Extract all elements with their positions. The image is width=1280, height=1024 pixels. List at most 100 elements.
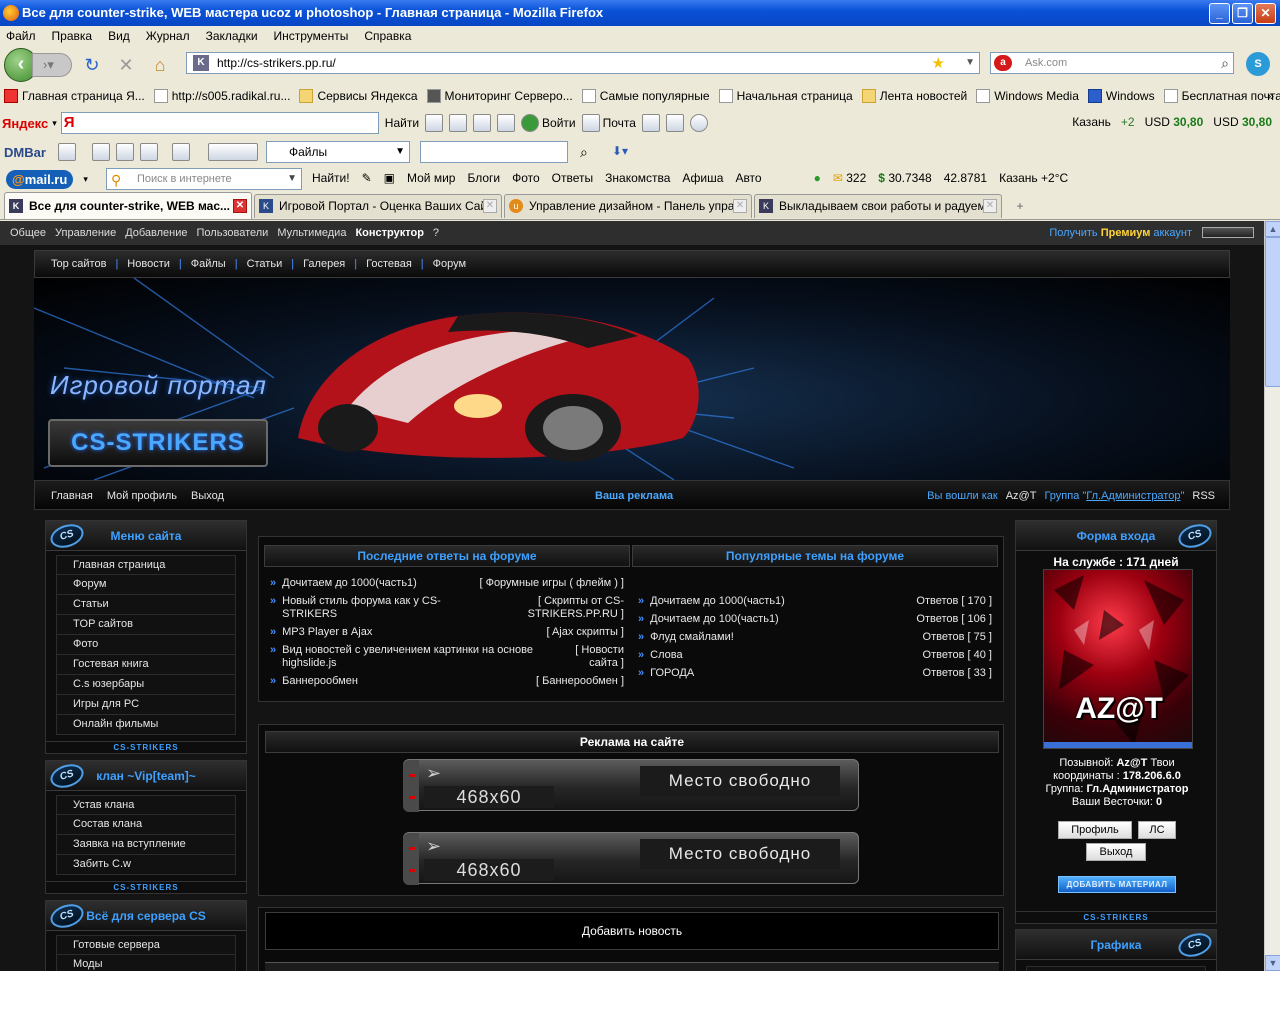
- site-menu-item[interactable]: Главная страница: [56, 555, 236, 575]
- close-tab-icon[interactable]: ✕: [733, 199, 747, 213]
- forward-button[interactable]: ›▾: [32, 53, 72, 77]
- usd-rate[interactable]: 30,80: [1242, 115, 1272, 129]
- search-box[interactable]: a Ask.com ⌕: [990, 52, 1234, 74]
- new-tab-button[interactable]: +: [1006, 195, 1034, 217]
- close-button[interactable]: ✕: [1255, 3, 1276, 24]
- pm-button[interactable]: ЛС: [1138, 821, 1176, 839]
- bar-icon[interactable]: [641, 114, 660, 132]
- ucoz-menu-item[interactable]: Добавление: [125, 227, 187, 239]
- mailru-link[interactable]: Афиша: [682, 171, 723, 185]
- site-menu-item[interactable]: Статьи: [56, 595, 236, 615]
- close-tab-icon[interactable]: ✕: [233, 199, 247, 213]
- menu-history[interactable]: Журнал: [146, 29, 190, 43]
- bookmark-item[interactable]: http://s005.radikal.ru...: [153, 89, 290, 103]
- nav-logout-link[interactable]: Выход: [191, 490, 224, 502]
- chat-icon[interactable]: [57, 143, 76, 161]
- clan-menu-item[interactable]: Забить C.w: [56, 855, 236, 875]
- site-menu-item[interactable]: TOP сайтов: [56, 615, 236, 635]
- pencil-icon[interactable]: ✎: [362, 171, 372, 185]
- ad-banner-slot[interactable]: ➢ 468x60 Место свободно: [403, 759, 859, 812]
- display-icon[interactable]: [207, 143, 258, 161]
- tab-portal[interactable]: K Игровой Портал - Оценка Ваших Сай... ✕: [254, 193, 502, 218]
- yandex-find-button[interactable]: Найти: [385, 116, 419, 130]
- download-icon[interactable]: ⬇▾: [612, 144, 628, 158]
- translate-icon[interactable]: [497, 114, 516, 132]
- topnav-link[interactable]: Галерея: [303, 258, 345, 270]
- bookmark-item[interactable]: Лента новостей: [861, 89, 967, 103]
- add-news-link[interactable]: Добавить новость: [265, 912, 999, 950]
- bookmark-item[interactable]: Мониторинг Серверо...: [426, 89, 573, 103]
- reload-icon[interactable]: ↻: [78, 53, 106, 77]
- url-bar[interactable]: K http://cs-strikers.pp.ru/ ★ ▼: [186, 52, 980, 74]
- menu-edit[interactable]: Правка: [52, 29, 93, 43]
- forum-row[interactable]: » Дочитаем до 1000(часть1) Ответов [ 170 ]: [632, 595, 998, 608]
- topnav-link[interactable]: Новости: [127, 258, 170, 270]
- minimize-button[interactable]: _: [1209, 3, 1230, 24]
- bookmark-item[interactable]: Windows Media: [976, 89, 1079, 103]
- mail-count[interactable]: ✉ 322: [833, 171, 866, 185]
- ucoz-menu-item[interactable]: Конструктор: [355, 227, 423, 239]
- notes-icon[interactable]: ▣: [384, 171, 395, 185]
- profile-button[interactable]: Профиль: [1058, 821, 1132, 839]
- dollar-rate[interactable]: $ 30.7348: [878, 171, 931, 185]
- forum-row[interactable]: » Новый стиль форума как у CS-STRIKERS[ С…: [264, 595, 630, 621]
- search-go-icon[interactable]: ⌕: [1221, 53, 1229, 73]
- mailru-search-input[interactable]: ⚲ Поиск в интернете ▼: [106, 168, 302, 190]
- bookmark-item[interactable]: Бесплатная почта Н...: [1163, 89, 1280, 103]
- site-menu-item[interactable]: C.s юзербары: [56, 675, 236, 695]
- home-icon[interactable]: ⌂: [146, 53, 174, 77]
- mailru-link[interactable]: Мой мир: [407, 171, 455, 185]
- bookmark-item[interactable]: Главная страница Я...: [4, 89, 145, 103]
- dmbar-select[interactable]: Файлы ▼: [266, 141, 410, 163]
- scroll-down-icon[interactable]: ▼: [1265, 955, 1280, 971]
- topnav-link[interactable]: Файлы: [191, 258, 226, 270]
- clan-menu-item[interactable]: Заявка на вступление: [56, 835, 236, 855]
- ucoz-menu-item[interactable]: Управление: [55, 227, 116, 239]
- your-ad-link[interactable]: Ваша реклама: [595, 490, 673, 502]
- close-tab-icon[interactable]: ✕: [483, 199, 497, 213]
- scroll-up-icon[interactable]: ▲: [1265, 221, 1280, 237]
- menu-file[interactable]: Файл: [6, 29, 36, 43]
- stop-icon[interactable]: ✕: [112, 53, 140, 77]
- skype-icon[interactable]: S: [1246, 52, 1270, 76]
- forum-row[interactable]: » Дочитаем до 100(часть1) Ответов [ 106 ]: [632, 613, 998, 626]
- forum-row[interactable]: » ГОРОДА Ответов [ 33 ]: [632, 667, 998, 680]
- logout-button[interactable]: Выход: [1086, 843, 1146, 861]
- menu-tools[interactable]: Инструменты: [274, 29, 349, 43]
- forum-row[interactable]: » MP3 Player в Ajax[ Ajax скрипты ]: [264, 626, 630, 639]
- site-menu-item[interactable]: Форум: [56, 575, 236, 595]
- forum-row[interactable]: » Слова Ответов [ 40 ]: [632, 649, 998, 662]
- dmbar-input[interactable]: [420, 141, 568, 163]
- forum-row[interactable]: » Баннерообмен[ Баннерообмен ]: [264, 675, 630, 688]
- yandex-search-input[interactable]: Я: [60, 112, 379, 134]
- agent-icon[interactable]: ●: [814, 171, 821, 185]
- tab-works[interactable]: K Выкладываем свои работы и радуем... ✕: [754, 193, 1002, 218]
- server-menu-item[interactable]: Готовые сервера: [56, 935, 236, 955]
- group-link[interactable]: Гл.Администратор: [1086, 490, 1180, 502]
- menu-help[interactable]: Справка: [364, 29, 411, 43]
- bookmarks-overflow-icon[interactable]: »: [1267, 89, 1274, 103]
- site-menu-item[interactable]: Фото: [56, 635, 236, 655]
- windows-icon[interactable]: [115, 143, 134, 161]
- forum-row[interactable]: » Дочитаем до 1000(часть1)[ Форумные игры…: [264, 577, 630, 590]
- ad-banner-slot[interactable]: ➢ 468x60 Место свободно: [403, 832, 859, 885]
- euro-rate[interactable]: 42.8781: [944, 171, 987, 185]
- scroll-thumb[interactable]: [1265, 237, 1280, 387]
- clan-menu-item[interactable]: Устав клана: [56, 795, 236, 815]
- menu-view[interactable]: Вид: [108, 29, 130, 43]
- mailru-find-button[interactable]: Найти!: [312, 171, 350, 185]
- bookmark-item[interactable]: Начальная страница: [718, 89, 853, 103]
- forum-row[interactable]: » Флуд смайлами! Ответов [ 75 ]: [632, 631, 998, 644]
- speech-icon[interactable]: [449, 114, 468, 132]
- close-tab-icon[interactable]: ✕: [983, 199, 997, 213]
- ucoz-menu-item[interactable]: Общее: [10, 227, 46, 239]
- tools-icon[interactable]: [171, 143, 190, 161]
- site-menu-item[interactable]: Игры для PC: [56, 695, 236, 715]
- bookmark-item[interactable]: Сервисы Яндекса: [299, 89, 418, 103]
- magnifier-icon[interactable]: ⌕: [580, 144, 588, 161]
- add-material-button[interactable]: ДОБАВИТЬ МАТЕРИАЛ: [1058, 876, 1176, 893]
- ask-engine-icon[interactable]: a: [994, 55, 1012, 71]
- yandex-logo[interactable]: Яндекс: [2, 116, 48, 131]
- premium-link[interactable]: Получить Премиум аккаунт: [1049, 227, 1192, 239]
- bookmark-item[interactable]: Самые популярные: [581, 89, 710, 103]
